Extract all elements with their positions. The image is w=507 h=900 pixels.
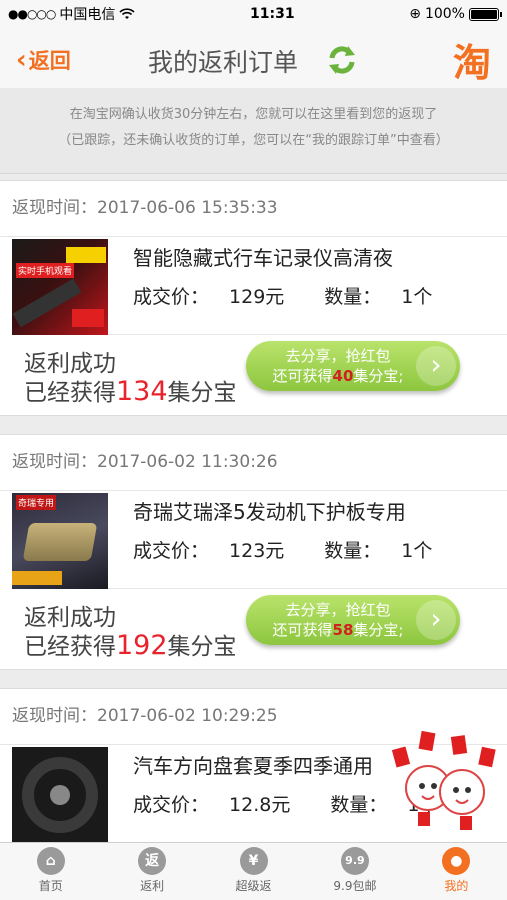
carrier-label: 中国电信	[59, 7, 116, 23]
tab-label: 首页	[38, 879, 63, 893]
tab-label: 超级返	[235, 879, 272, 893]
share-bonus: 40	[332, 367, 354, 385]
notice-banner: 在淘宝网确认收货30分钟左右，您就可以在这里看到您的返现了 （已跟踪，还未确认收…	[0, 88, 507, 174]
tab-label: 9.9包邮	[333, 879, 377, 893]
product-meta: 成交价： 129元 数量： 1个	[133, 282, 472, 309]
earned-suffix: 集分宝	[167, 634, 237, 660]
rebate-time-label: 返现时间：	[12, 198, 97, 218]
signal-icon: ●●○○○	[8, 7, 56, 21]
clock: 11:31	[250, 6, 295, 22]
back-button[interactable]: ‹ 返回	[16, 45, 71, 75]
orientation-lock-icon: ⊕	[409, 6, 421, 22]
product-meta: 成交价： 123元 数量： 1个	[133, 536, 472, 563]
price-value: 123元	[229, 540, 285, 562]
product-name: 汽车方向盘套夏季四季通用	[133, 754, 373, 778]
status-bar: ●●○○○ 中国电信 11:31 ⊕ 100%	[0, 0, 507, 28]
share-button[interactable]: 去分享，抢红包 还可获得58集分宝; ›	[246, 595, 460, 645]
share-prefix: 还可获得	[272, 367, 333, 385]
quantity-value: 1个	[401, 540, 433, 562]
rebate-time-label: 返现时间：	[12, 706, 97, 726]
product-row[interactable]: 实时手机观看 智能隐藏式行车记录仪高清夜 成交价： 129元 数量： 1个	[12, 237, 507, 335]
reward-row: 返利成功 已经获得134集分宝 去分享，抢红包 还可获得40集分宝; ›	[0, 335, 507, 415]
quantity-label: 数量：	[324, 286, 382, 308]
home-icon: ⌂	[36, 847, 65, 875]
price-label: 成交价：	[133, 286, 210, 308]
tab-home[interactable]: ⌂ 首页	[0, 843, 101, 900]
share-suffix: 集分宝;	[353, 367, 404, 385]
quantity-value: 1个	[401, 286, 433, 308]
chevron-left-icon: ‹	[16, 45, 27, 75]
battery-percent: 100%	[424, 6, 465, 22]
tab-mine[interactable]: ● 我的	[406, 843, 507, 900]
share-bonus: 58	[332, 621, 354, 639]
earned-value: 192	[116, 630, 168, 661]
earned-prefix: 已经获得	[24, 634, 116, 660]
rebate-time-value: 2017-06-02 11:30:26	[97, 452, 278, 472]
price-label: 成交价：	[133, 794, 210, 816]
earned-suffix: 集分宝	[167, 380, 237, 406]
order-card: 返现时间：2017-06-06 15:35:33 实时手机观看 智能隐藏式行车记…	[0, 180, 507, 416]
wifi-icon	[119, 8, 135, 19]
refresh-icon[interactable]	[324, 42, 360, 78]
notice-line: （已跟踪，还未确认收货的订单，您可以在“我的跟踪订单”中查看）	[58, 133, 449, 148]
product-thumbnail[interactable]	[12, 747, 108, 843]
free-shipping-icon: 9.9	[340, 847, 369, 875]
reward-row: 返利成功 已经获得192集分宝 去分享，抢红包 还可获得58集分宝; ›	[0, 589, 507, 669]
earned-points: 已经获得134集分宝	[24, 373, 237, 407]
notice-line: 在淘宝网确认收货30分钟左右，您就可以在这里看到您的返现了	[69, 107, 438, 122]
earned-value: 134	[116, 376, 168, 407]
order-card: 返现时间：2017-06-02 11:30:26 奇瑞专用 奇瑞艾瑞泽5发动机下…	[0, 434, 507, 670]
rebate-time-value: 2017-06-06 15:35:33	[97, 198, 278, 218]
tab-free-shipping[interactable]: 9.9 9.9包邮	[304, 843, 405, 900]
share-button[interactable]: 去分享，抢红包 还可获得40集分宝; ›	[246, 341, 460, 391]
share-prefix: 还可获得	[272, 621, 333, 639]
tab-super-rebate[interactable]: ¥ 超级返	[203, 843, 304, 900]
product-name: 奇瑞艾瑞泽5发动机下护板专用	[133, 500, 406, 524]
chevron-right-icon: ›	[416, 600, 456, 640]
chevron-right-icon: ›	[416, 346, 456, 386]
quantity-label: 数量：	[324, 540, 382, 562]
quantity-label: 数量：	[330, 794, 388, 816]
back-label: 返回	[28, 49, 71, 73]
price-value: 129元	[229, 286, 285, 308]
rebate-time-value: 2017-06-02 10:29:25	[97, 706, 278, 726]
share-line1: 去分享，抢红包	[285, 347, 391, 365]
thumbnail-caption: 实时手机观看	[16, 263, 75, 278]
red-envelope-mascot-icon[interactable]	[390, 726, 500, 834]
rebate-icon: 返	[138, 847, 167, 875]
taobao-icon[interactable]: 淘	[453, 32, 491, 87]
tab-label: 我的	[444, 879, 469, 893]
thumbnail-caption: 奇瑞专用	[16, 495, 57, 510]
product-row[interactable]: 奇瑞专用 奇瑞艾瑞泽5发动机下护板专用 成交价： 123元 数量： 1个	[12, 491, 507, 589]
rebate-time: 返现时间：2017-06-02 11:30:26	[0, 435, 507, 491]
share-suffix: 集分宝;	[353, 621, 404, 639]
tab-bar: ⌂ 首页 返 返利 ¥ 超级返 9.9 9.9包邮 ● 我的	[0, 842, 507, 900]
tab-rebate[interactable]: 返 返利	[101, 843, 202, 900]
earned-points: 已经获得192集分宝	[24, 627, 237, 661]
battery-icon	[468, 7, 502, 21]
rebate-time: 返现时间：2017-06-06 15:35:33	[0, 181, 507, 237]
share-line1: 去分享，抢红包	[285, 601, 391, 619]
tab-label: 返利	[140, 879, 165, 893]
price-value: 12.8元	[229, 794, 291, 816]
nav-bar: ‹ 返回 我的返利订单 淘	[0, 28, 507, 88]
price-label: 成交价：	[133, 540, 210, 562]
product-thumbnail[interactable]: 实时手机观看	[12, 239, 108, 335]
product-name: 智能隐藏式行车记录仪高清夜	[133, 246, 393, 270]
super-rebate-icon: ¥	[239, 847, 268, 875]
product-thumbnail[interactable]: 奇瑞专用	[12, 493, 108, 589]
earned-prefix: 已经获得	[24, 380, 116, 406]
rebate-time-label: 返现时间：	[12, 452, 97, 472]
profile-icon: ●	[442, 847, 471, 875]
page-title: 我的返利订单	[148, 48, 299, 77]
